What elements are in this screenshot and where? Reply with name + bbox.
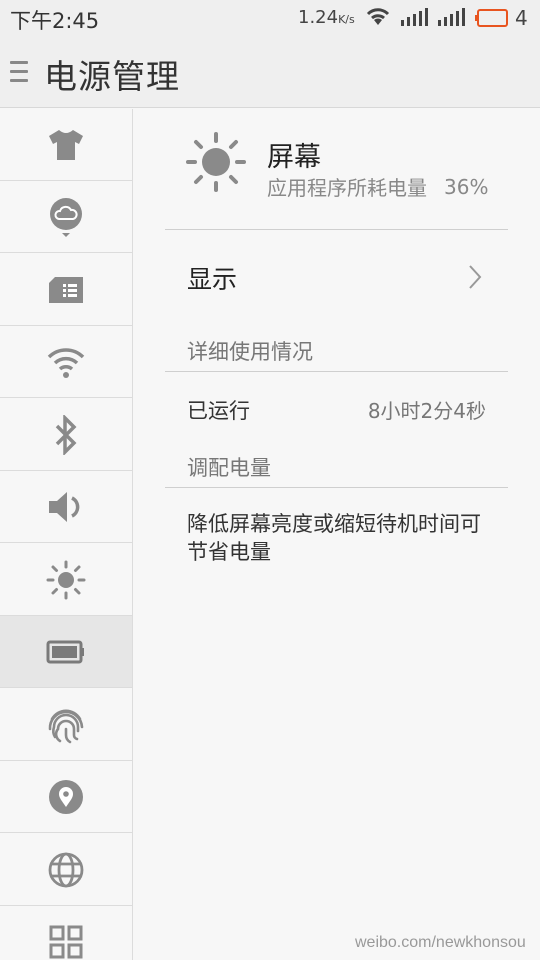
volume-icon	[49, 491, 80, 522]
wifi-status-icon	[365, 6, 391, 30]
sidebar-item-volume[interactable]	[0, 471, 132, 543]
theme-shirt-icon	[49, 129, 83, 160]
section-header-usage: 详细使用情况	[187, 340, 313, 364]
title-bar: 电源管理	[0, 36, 540, 108]
network-speed-unit: K/s	[338, 13, 355, 26]
sidebar-item-theme[interactable]	[0, 109, 132, 181]
power-saving-tip: 降低屏幕亮度或缩短待机时间可节省电量	[187, 512, 481, 564]
chevron-right-icon	[467, 264, 483, 294]
bluetooth-icon	[55, 414, 77, 455]
page-title: 电源管理	[44, 57, 180, 96]
watermark: weibo.com/newkhonsou	[355, 934, 526, 951]
apps-grid-icon	[49, 925, 83, 959]
location-icon	[49, 779, 83, 814]
menu-icon-bar	[10, 70, 28, 73]
display-label: 显示	[187, 265, 238, 294]
running-time-label: 已运行	[187, 399, 250, 423]
network-speed: 1.24K/s	[298, 7, 355, 28]
sidebar-item-location[interactable]	[0, 761, 132, 833]
item-subtitle: 应用程序所耗电量	[267, 176, 427, 200]
brightness-icon	[185, 131, 247, 197]
signal-strength-icon	[437, 8, 465, 30]
display-settings-row[interactable]: 显示	[165, 230, 508, 328]
cloud-icon	[50, 197, 82, 237]
status-bar: 下午2:45 1.24K/s 4	[0, 0, 540, 36]
power-detail-panel: 屏幕 应用程序所耗电量 36% 显示 详细使用情况 已运行 8小时2分4秒 调配…	[133, 109, 540, 960]
section-header-adjust: 调配电量	[187, 456, 271, 480]
sidebar-item-wifi[interactable]	[0, 326, 132, 398]
sim-card-icon	[49, 276, 83, 303]
wifi-icon	[47, 347, 85, 378]
sidebar-item-sim[interactable]	[0, 254, 132, 326]
usage-percentage: 36%	[444, 175, 489, 199]
menu-icon-bar	[10, 79, 28, 82]
network-speed-value: 1.24	[298, 7, 339, 28]
menu-icon	[10, 61, 28, 64]
brightness-icon	[46, 560, 86, 599]
sidebar-item-language[interactable]	[0, 834, 132, 906]
battery-level: 4	[515, 6, 528, 30]
sidebar-item-brightness[interactable]	[0, 544, 132, 616]
battery-icon	[46, 640, 84, 663]
settings-sidebar	[0, 109, 133, 960]
sidebar-item-cloud[interactable]	[0, 181, 132, 253]
signal-strength-icon	[400, 8, 428, 30]
item-title: 屏幕	[267, 142, 321, 173]
globe-icon	[48, 852, 84, 887]
menu-button[interactable]	[8, 58, 30, 86]
sidebar-item-bluetooth[interactable]	[0, 399, 132, 471]
status-time: 下午2:45	[10, 9, 100, 33]
divider	[165, 371, 508, 372]
running-time-value: 8小时2分4秒	[367, 399, 486, 423]
divider	[165, 487, 508, 488]
sidebar-item-fingerprint[interactable]	[0, 689, 132, 761]
sidebar-item-apps[interactable]	[0, 906, 132, 960]
battery-status-icon	[475, 8, 509, 32]
fingerprint-icon	[48, 709, 84, 743]
sidebar-item-power[interactable]	[0, 616, 132, 688]
